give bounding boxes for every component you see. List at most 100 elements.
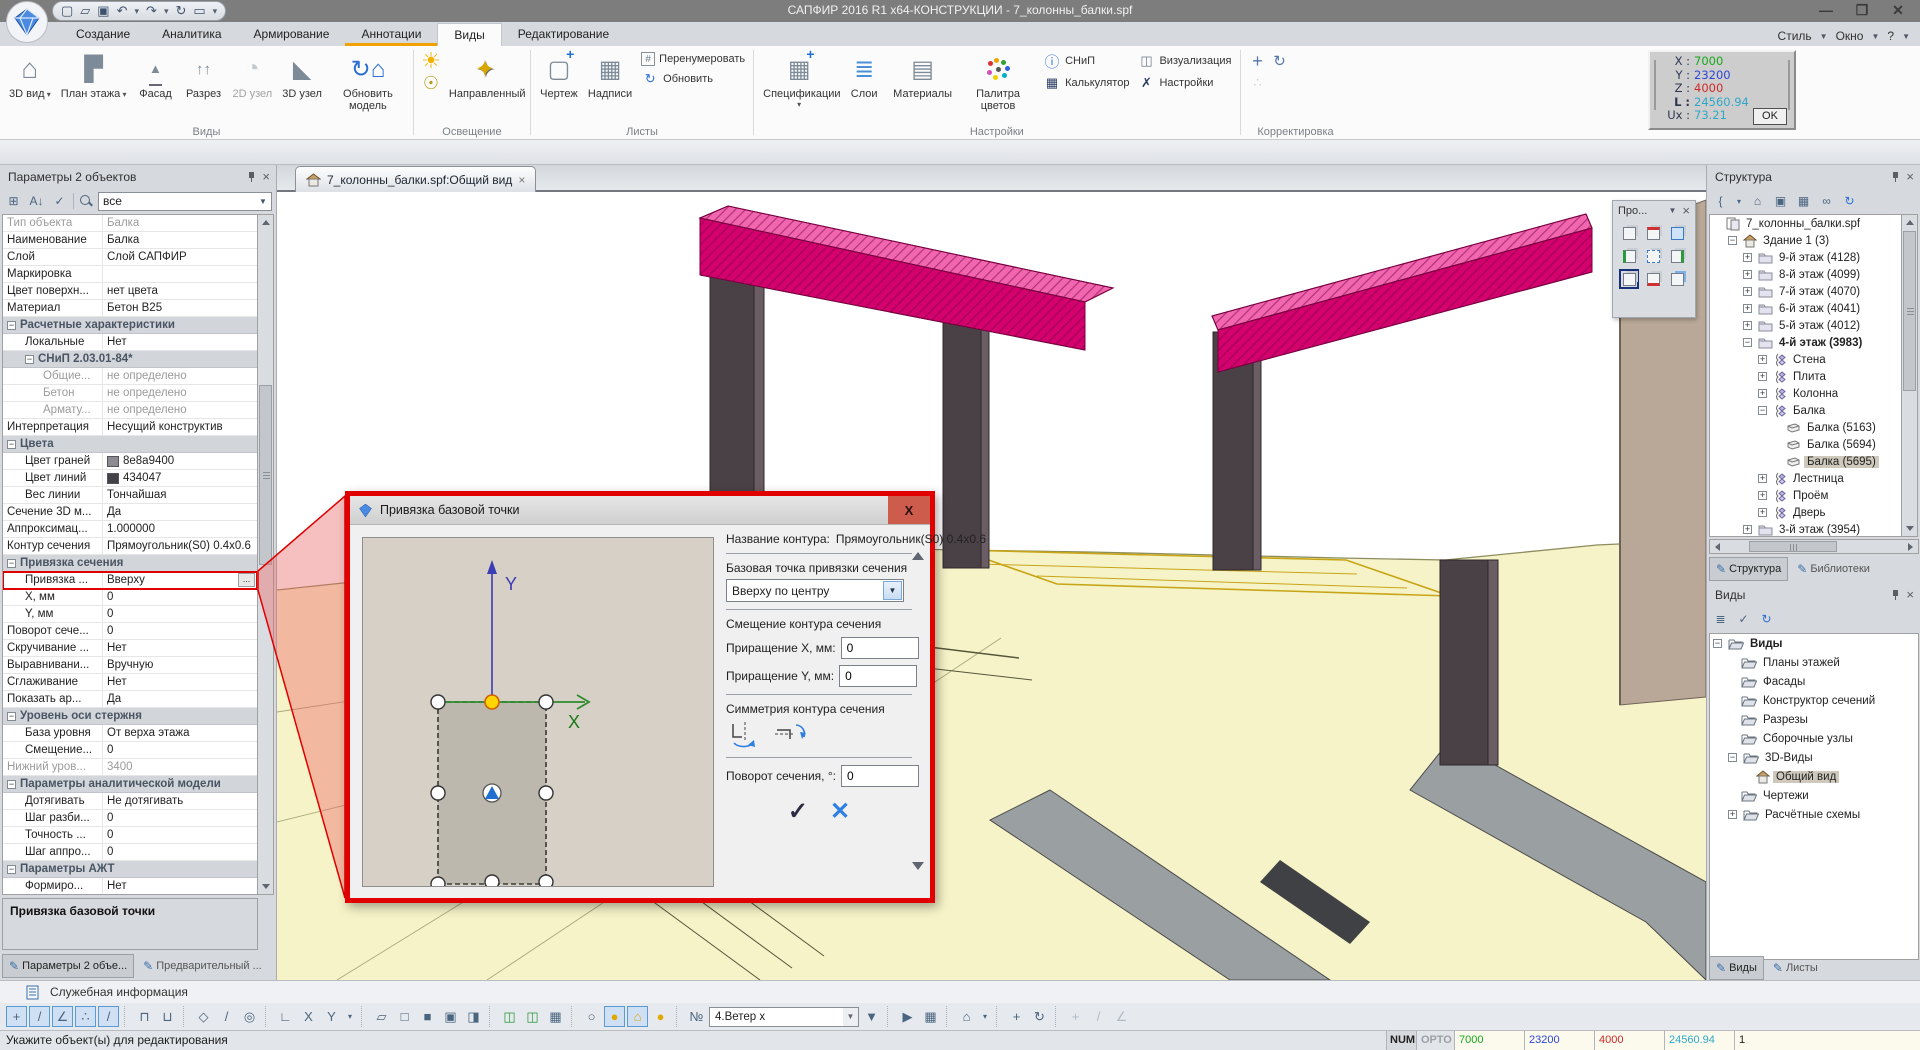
display-grid-icon[interactable]: ▦ — [545, 1006, 566, 1027]
property-group[interactable]: −Привязка сечения — [3, 555, 257, 572]
close-tab-icon[interactable]: × — [518, 175, 525, 185]
property-group[interactable]: −Параметры аналитической модели — [3, 776, 257, 793]
expander-icon[interactable]: + — [1758, 372, 1767, 381]
pin-icon[interactable] — [1890, 589, 1900, 601]
snap-tangent-icon[interactable]: / — [98, 1006, 119, 1027]
snap-line-icon[interactable]: / — [29, 1006, 50, 1027]
lock-y-icon[interactable]: Y — [321, 1006, 342, 1027]
tab-Предварительный ...[interactable]: ✎Предварительный ... — [136, 954, 269, 978]
apply-check-icon[interactable]: ✓ — [50, 192, 69, 211]
tree-item[interactable]: +Проём — [1710, 487, 1901, 504]
settings-button[interactable]: ✗Настройки — [1137, 74, 1231, 92]
mirror-disabled-icon[interactable]: / — [1088, 1006, 1109, 1027]
new-file-icon[interactable]: ▢ — [61, 2, 73, 20]
release-pin-icon[interactable]: ⊔ — [157, 1006, 178, 1027]
property-row[interactable]: НаименованиеБалка — [3, 232, 257, 249]
specifications-button[interactable]: ▦Спецификации — [760, 50, 838, 125]
property-row[interactable]: Y, мм0 — [3, 606, 257, 623]
expander-icon[interactable]: + — [1743, 321, 1752, 330]
qat-overflow-icon[interactable]: ▾ — [213, 2, 218, 20]
document-tab[interactable]: 7_колонны_балки.spf:Общий вид × — [295, 166, 536, 192]
dialog-titlebar[interactable]: Привязка базовой точки X — [350, 496, 930, 525]
composition-icon[interactable]: ▣ — [1771, 192, 1790, 211]
apply-view-icon[interactable]: ⌂ — [956, 1006, 977, 1027]
snap-angle-icon[interactable]: ∠ — [52, 1006, 73, 1027]
floor-plan-button[interactable]: ▛План этажа — [58, 50, 130, 125]
restore-button[interactable]: ❐ — [1844, 0, 1880, 22]
light-scene-icon[interactable]: ⌂ — [627, 1006, 648, 1027]
rotate-disabled-icon[interactable]: ∠ — [1111, 1006, 1132, 1027]
tree-item[interactable]: +5-й этаж (4012) — [1710, 317, 1901, 334]
undo-arrow-icon[interactable]: ▾ — [135, 2, 140, 20]
expander-icon[interactable]: + — [1728, 810, 1737, 819]
tab-Армирование[interactable]: Армирование — [238, 23, 346, 46]
base-point-handle[interactable] — [485, 695, 499, 709]
tree-item[interactable]: +8-й этаж (4099) — [1710, 266, 1901, 283]
tree-item[interactable]: Планы этажей — [1710, 653, 1918, 672]
ellipsis-button[interactable]: ... — [238, 573, 255, 587]
tree-item[interactable]: +3-й этаж (3954) — [1710, 521, 1901, 537]
tree-item[interactable]: −Балка — [1710, 402, 1901, 419]
tree-item[interactable]: +Лестница — [1710, 470, 1901, 487]
snap-grid-icon[interactable]: + — [6, 1006, 27, 1027]
tab-Листы[interactable]: ✎Листы — [1766, 956, 1825, 980]
bulb-light-icon[interactable]: ☉ — [422, 74, 440, 92]
tree-item[interactable]: −Виды — [1710, 634, 1918, 653]
property-row[interactable]: Поворот сече...0 — [3, 623, 257, 640]
property-row[interactable]: Формиро...Нет — [3, 878, 257, 895]
display-shaded-icon[interactable]: ■ — [417, 1006, 438, 1027]
section-button[interactable]: ↑↑Разрез — [181, 50, 225, 125]
categorize-icon[interactable]: ⊞ — [4, 192, 23, 211]
expander-icon[interactable]: + — [1758, 474, 1767, 483]
load-case-combo[interactable]: 4.Ветер x▼ — [709, 1007, 859, 1027]
property-row[interactable]: Аппроксимац...1.000000 — [3, 521, 257, 538]
iso-view-icon[interactable] — [1619, 223, 1639, 243]
expander-icon[interactable]: + — [1758, 355, 1767, 364]
help-menu[interactable]: ? — [1883, 29, 1898, 43]
lock-x-icon[interactable]: X — [298, 1006, 319, 1027]
structure-hscrollbar[interactable] — [1709, 539, 1919, 554]
scroll-down-icon[interactable] — [912, 870, 924, 884]
snap-axis-icon[interactable]: / — [216, 1006, 237, 1027]
property-row[interactable]: Маркировка — [3, 266, 257, 283]
tab-Параметры 2 объе...[interactable]: ✎Параметры 2 объе... — [2, 954, 134, 978]
property-row[interactable]: Армату...не определено — [3, 402, 257, 419]
property-group[interactable]: −Уровень оси стержня — [3, 708, 257, 725]
tree-item[interactable]: Фасады — [1710, 672, 1918, 691]
add-spec-icon[interactable]: ▦ — [1794, 192, 1813, 211]
base-point-select[interactable]: Вверху по центру▼ — [726, 579, 904, 602]
property-row[interactable]: Привязка ...Вверху... — [3, 572, 257, 589]
right-view-icon[interactable] — [1668, 246, 1688, 266]
tree-item[interactable]: +9-й этаж (4128) — [1710, 249, 1901, 266]
tree-item[interactable]: Разрезы — [1710, 710, 1918, 729]
pan-view-icon[interactable]: + — [1006, 1006, 1027, 1027]
tab-Виды[interactable]: Виды — [437, 23, 501, 46]
tree-item[interactable]: +Расчётные схемы — [1710, 805, 1918, 824]
close-button[interactable]: ✕ — [1880, 0, 1916, 22]
dy-input[interactable] — [839, 665, 917, 687]
expander-icon[interactable]: + — [1743, 287, 1752, 296]
view-settings-icon[interactable]: ≣ — [1711, 610, 1730, 629]
expander-icon[interactable]: − — [1758, 406, 1767, 415]
tree-item[interactable]: Конструктор сечений — [1710, 691, 1918, 710]
light-on-icon[interactable]: ● — [604, 1006, 625, 1027]
layers-button[interactable]: ≣Слои — [842, 50, 886, 125]
mirror-horizontal-icon[interactable] — [774, 720, 808, 750]
property-row[interactable]: Шаг разби...0 — [3, 810, 257, 827]
current-view-icon[interactable] — [1619, 269, 1639, 289]
property-row[interactable]: Скручивание ...Нет — [3, 640, 257, 657]
property-row[interactable]: Показать ар...Да — [3, 691, 257, 708]
pin-icon[interactable] — [246, 171, 256, 183]
property-group[interactable]: −Параметры АЖТ — [3, 861, 257, 878]
expander-icon[interactable]: + — [1743, 253, 1752, 262]
ortho-angle-icon[interactable]: ∟ — [275, 1006, 296, 1027]
orbit-view-icon[interactable]: ↻ — [1029, 1006, 1050, 1027]
front-view-icon[interactable] — [1668, 223, 1688, 243]
rotate-tool-icon[interactable]: ↻ — [1271, 52, 1289, 70]
property-group[interactable]: −Цвета — [3, 436, 257, 453]
nodes-tool-icon[interactable]: ∴ — [1249, 74, 1267, 92]
2d-node-button[interactable]: ◔2D узел — [229, 50, 275, 125]
redo-arrow-icon[interactable]: ▾ — [164, 2, 169, 20]
measure-icon[interactable]: ▭ — [193, 2, 205, 20]
expander-icon[interactable]: − — [1713, 639, 1722, 648]
